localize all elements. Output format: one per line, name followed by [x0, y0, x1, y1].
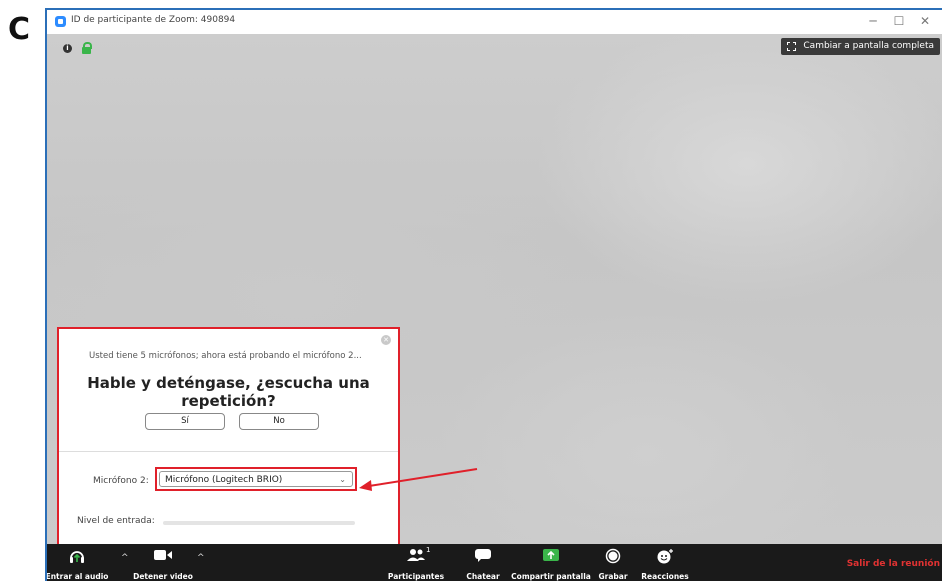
maximize-button[interactable]: ☐: [886, 12, 912, 30]
chat-button[interactable]: Chatear: [463, 544, 503, 581]
reactions-label: Reacciones: [641, 572, 689, 581]
zoom-app-icon: [55, 16, 66, 27]
title-bar: ID de participante de Zoom: 490894 ─ ☐ ✕: [47, 10, 942, 34]
chat-bubble-icon: [475, 549, 491, 562]
join-audio-label: Entrar al audio: [45, 572, 109, 581]
annotation-arrow: [359, 468, 478, 491]
record-button[interactable]: Grabar: [597, 544, 629, 581]
video-stage: i Cambiar a pantalla completa ✕ Usted ti…: [47, 34, 942, 567]
join-audio-button[interactable]: Entrar al audio: [45, 544, 109, 581]
record-icon: [605, 548, 621, 564]
share-screen-label: Compartir pantalla: [511, 572, 591, 581]
meeting-toolbar: Entrar al audio ^ Detener video ^ 1 Part…: [47, 544, 942, 581]
participants-icon: [407, 549, 425, 561]
headphones-icon: [70, 551, 84, 563]
participants-button[interactable]: 1 Participantes: [381, 544, 451, 581]
leave-meeting-button[interactable]: Salir de la reunión: [847, 559, 940, 569]
stop-video-button[interactable]: Detener video: [133, 544, 193, 581]
audio-options-caret-icon[interactable]: ^: [121, 553, 129, 563]
participants-count: 1: [426, 546, 431, 554]
window-title: ID de participante de Zoom: 490894: [71, 15, 236, 25]
close-button[interactable]: ✕: [912, 12, 938, 30]
record-label: Grabar: [598, 572, 628, 581]
panel-letter: C: [8, 12, 31, 47]
video-options-caret-icon[interactable]: ^: [197, 553, 205, 563]
video-camera-icon: [154, 550, 172, 560]
reactions-smiley-icon: [657, 549, 673, 564]
participants-label: Participantes: [387, 572, 445, 581]
chat-label: Chatear: [466, 572, 500, 581]
share-screen-icon: [543, 549, 559, 561]
share-screen-button[interactable]: Compartir pantalla: [509, 544, 593, 581]
minimize-button[interactable]: ─: [860, 12, 886, 30]
reactions-button[interactable]: Reacciones: [641, 544, 689, 581]
zoom-window: ID de participante de Zoom: 490894 ─ ☐ ✕…: [45, 8, 942, 581]
stop-video-label: Detener video: [133, 572, 193, 581]
